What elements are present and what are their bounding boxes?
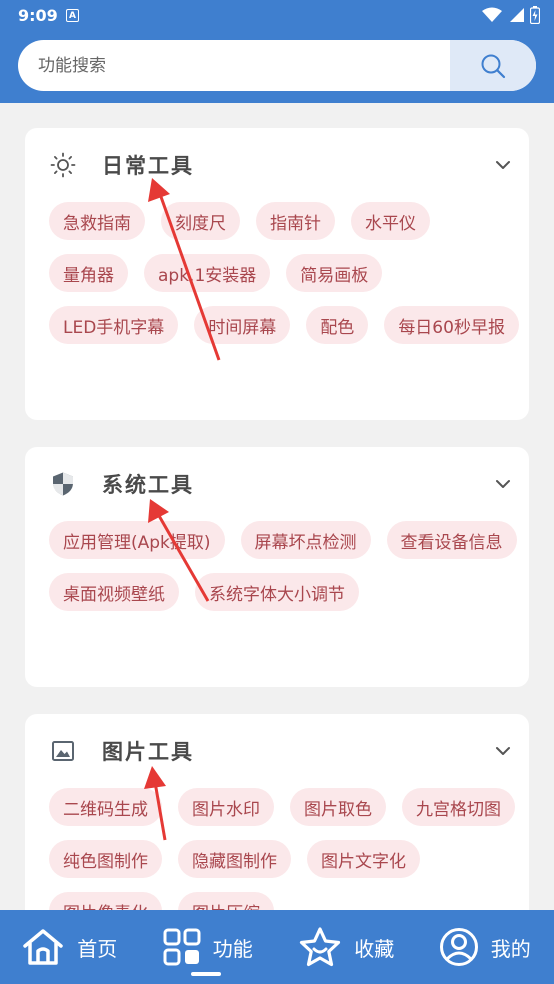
- active-indicator: [190, 972, 221, 976]
- star-icon: [300, 927, 341, 967]
- bottom-nav: 首页 功能 收藏 我的: [0, 910, 554, 984]
- search-button[interactable]: [450, 40, 536, 91]
- section-card-system-tools: 系统工具 应用管理(Apk提取) 屏幕坏点检测 查看设备信息 桌面视频壁纸 系统…: [25, 447, 529, 687]
- header: 9:09 A: [0, 0, 554, 103]
- chip-nine-grid[interactable]: 九宫格切图: [402, 788, 515, 826]
- nav-label: 功能: [212, 936, 253, 961]
- chip-color-picker[interactable]: 图片取色: [290, 788, 386, 826]
- chip-time-screen[interactable]: 时间屏幕: [194, 306, 291, 344]
- user-icon: [439, 928, 478, 966]
- search-input[interactable]: [18, 40, 450, 91]
- chip-daily-news[interactable]: 每日60秒早报: [384, 306, 519, 344]
- chip-solid-image[interactable]: 纯色图制作: [49, 840, 162, 878]
- grid-icon: [163, 928, 201, 966]
- status-bar: 9:09 A: [0, 0, 554, 32]
- chevron-down-icon[interactable]: [493, 741, 513, 761]
- nav-label: 收藏: [354, 936, 395, 961]
- search-icon: [481, 54, 506, 78]
- chip-app-manager[interactable]: 应用管理(Apk提取): [49, 521, 225, 559]
- chip-device-info[interactable]: 查看设备信息: [386, 521, 517, 559]
- nav-profile[interactable]: 我的: [416, 910, 554, 984]
- battery-icon: [530, 6, 540, 24]
- home-icon: [23, 929, 63, 965]
- nav-label: 我的: [490, 936, 531, 961]
- chip-watermark[interactable]: 图片水印: [178, 788, 274, 826]
- chip-apk-installer[interactable]: apk.1安装器: [144, 254, 271, 292]
- notification-a-icon: A: [66, 9, 79, 22]
- nav-label: 首页: [77, 936, 118, 961]
- chip-first-aid[interactable]: 急救指南: [49, 202, 145, 240]
- section-header[interactable]: 系统工具: [25, 447, 529, 521]
- image-icon: [52, 741, 74, 761]
- chip-color-scheme[interactable]: 配色: [306, 306, 369, 344]
- chevron-down-icon[interactable]: [493, 474, 513, 494]
- chip-list: 应用管理(Apk提取) 屏幕坏点检测 查看设备信息 桌面视频壁纸 系统字体大小调…: [49, 521, 519, 611]
- chip-compass[interactable]: 指南针: [256, 202, 335, 240]
- chip-level[interactable]: 水平仪: [351, 202, 430, 240]
- chip-dead-pixel-test[interactable]: 屏幕坏点检测: [240, 521, 371, 559]
- signal-icon: [510, 8, 524, 22]
- nav-favorites[interactable]: 收藏: [277, 910, 416, 984]
- chip-list: 二维码生成 图片水印 图片取色 九宫格切图 纯色图制作 隐藏图制作 图片文字化 …: [49, 788, 519, 930]
- chip-led-subtitle[interactable]: LED手机字幕: [49, 306, 179, 344]
- chip-qrcode[interactable]: 二维码生成: [49, 788, 162, 826]
- section-header[interactable]: 日常工具: [25, 128, 529, 202]
- chip-ruler[interactable]: 刻度尺: [161, 202, 240, 240]
- chip-video-wallpaper[interactable]: 桌面视频壁纸: [49, 573, 179, 611]
- status-icons: [482, 6, 540, 24]
- wifi-icon: [482, 7, 502, 22]
- chevron-down-icon[interactable]: [493, 155, 513, 175]
- status-time: 9:09: [18, 6, 58, 25]
- chip-font-size[interactable]: 系统字体大小调节: [195, 573, 359, 611]
- section-title: 日常工具: [102, 154, 194, 178]
- section-card-daily-tools: 日常工具 急救指南 刻度尺 指南针 水平仪 量角器 apk.1安装器 简易画板 …: [25, 128, 529, 420]
- chip-protractor[interactable]: 量角器: [49, 254, 128, 292]
- chip-drawing-board[interactable]: 简易画板: [286, 254, 383, 292]
- chip-hidden-image[interactable]: 隐藏图制作: [178, 840, 291, 878]
- chip-image-to-text[interactable]: 图片文字化: [307, 840, 420, 878]
- nav-home[interactable]: 首页: [0, 910, 139, 984]
- section-title: 系统工具: [102, 473, 194, 497]
- sun-icon: [50, 152, 76, 178]
- section-header[interactable]: 图片工具: [25, 714, 529, 788]
- search-bar: [18, 40, 536, 91]
- section-title: 图片工具: [102, 740, 194, 764]
- shield-icon: [53, 472, 73, 496]
- chip-list: 急救指南 刻度尺 指南针 水平仪 量角器 apk.1安装器 简易画板 LED手机…: [49, 202, 519, 344]
- nav-functions[interactable]: 功能: [139, 910, 278, 984]
